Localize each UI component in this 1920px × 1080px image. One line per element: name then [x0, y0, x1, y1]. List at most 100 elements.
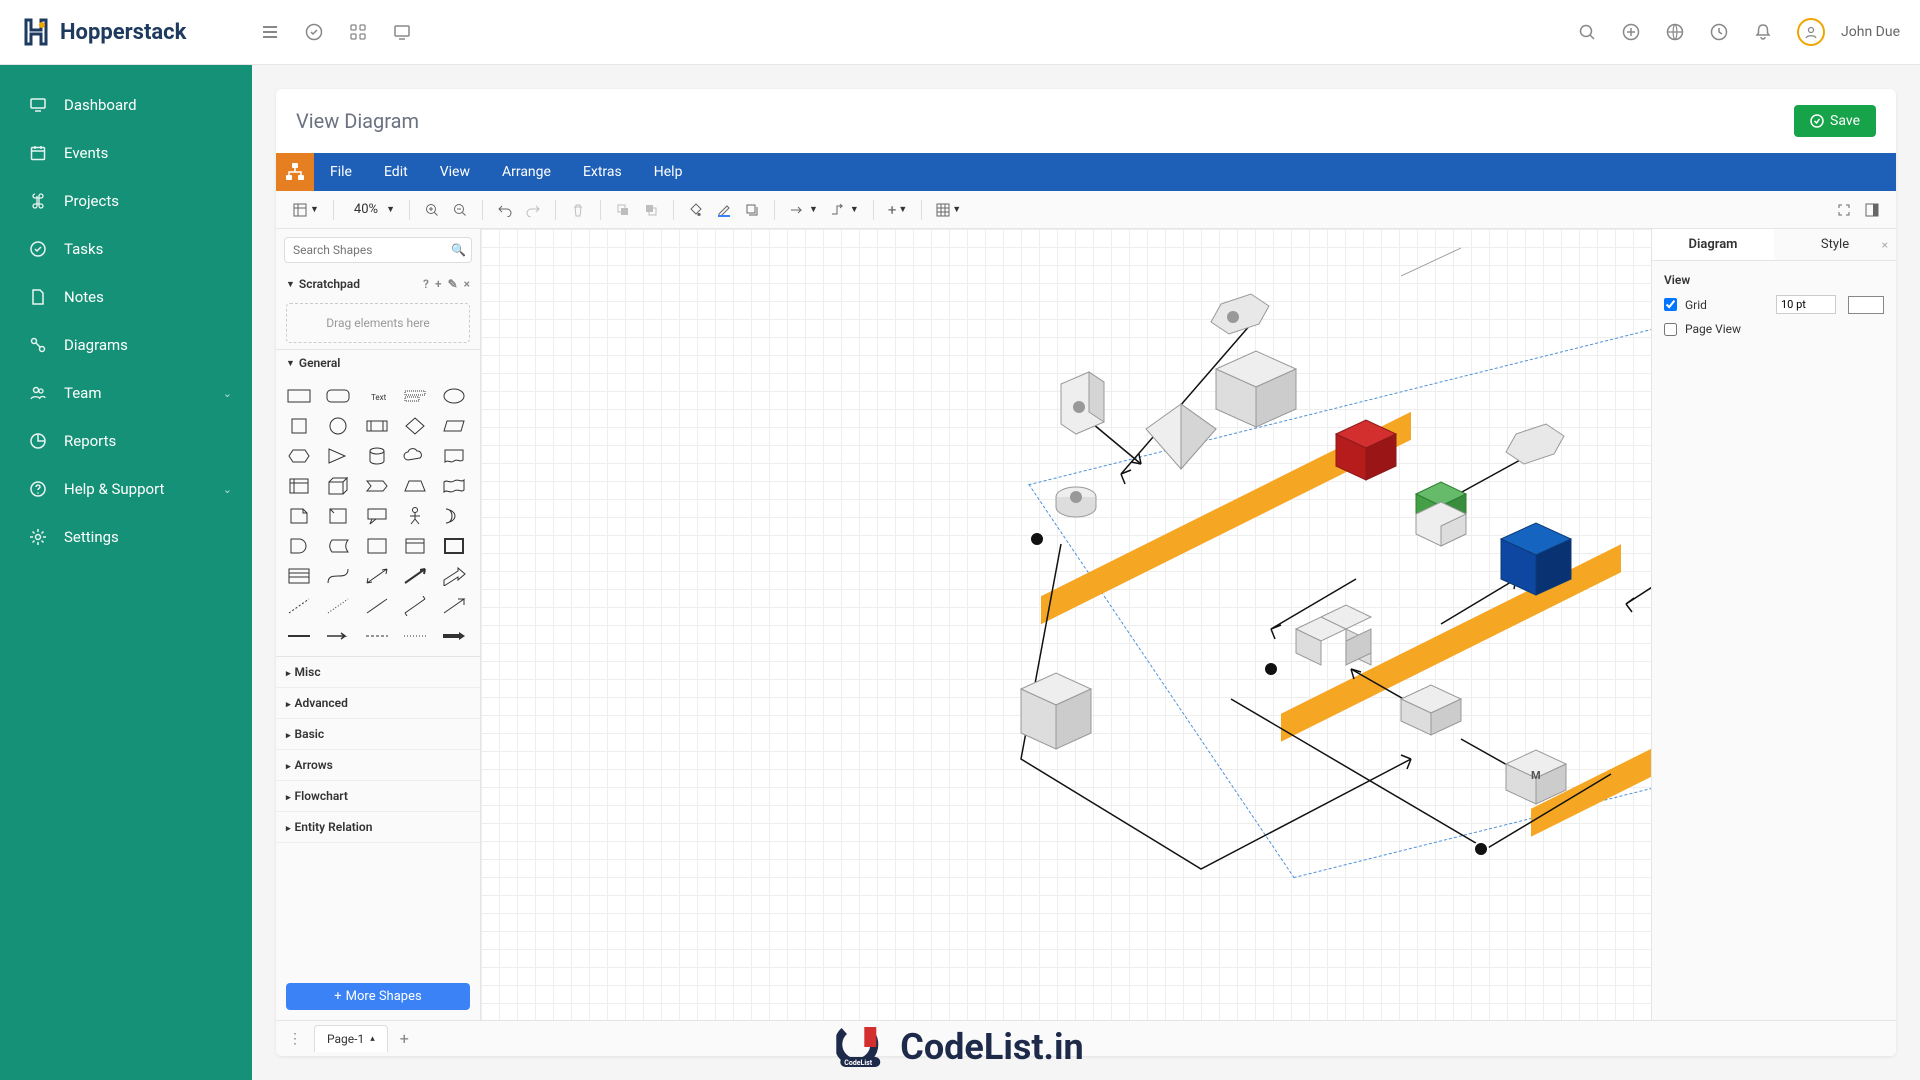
shape-process[interactable]	[362, 414, 392, 438]
scratchpad-dropzone[interactable]: Drag elements here	[286, 303, 470, 343]
shape-data-storage[interactable]	[323, 534, 353, 558]
shape-link-thick-h[interactable]	[439, 624, 469, 648]
insert-dropdown[interactable]: +▼	[884, 201, 911, 219]
shape-ellipse[interactable]	[439, 384, 469, 408]
scratchpad-header[interactable]: ▼ Scratchpad ? + ✎ ×	[276, 271, 480, 297]
pageview-checkbox[interactable]	[1664, 323, 1677, 336]
user-avatar[interactable]	[1797, 18, 1825, 46]
shape-internal-storage[interactable]	[284, 474, 314, 498]
shape-cube[interactable]	[323, 474, 353, 498]
shape-and[interactable]	[284, 534, 314, 558]
shape-line[interactable]	[362, 594, 392, 618]
grid-checkbox[interactable]	[1664, 298, 1677, 311]
page-menu-icon[interactable]: ⋮	[288, 1031, 302, 1047]
shape-arrow[interactable]	[400, 564, 430, 588]
fullscreen-icon[interactable]	[1832, 198, 1856, 222]
grid-icon[interactable]	[348, 22, 368, 42]
menu-arrange[interactable]: Arrange	[486, 153, 567, 191]
grid-color-swatch[interactable]	[1848, 296, 1884, 314]
sidebar-item-team[interactable]: Team⌄	[0, 369, 252, 417]
general-shapes-header[interactable]: ▼ General	[276, 350, 480, 376]
monitor-icon[interactable]	[392, 22, 412, 42]
sidebar-item-dashboard[interactable]: Dashboard	[0, 81, 252, 129]
to-front-icon[interactable]	[611, 198, 635, 222]
shape-hexagon[interactable]	[284, 444, 314, 468]
shape-document[interactable]	[439, 444, 469, 468]
tab-style[interactable]: Style×	[1774, 229, 1896, 260]
shape-container-bold[interactable]	[439, 534, 469, 558]
add-page-button[interactable]: +	[400, 1029, 409, 1048]
scratchpad-edit-icon[interactable]: ✎	[448, 277, 458, 291]
close-icon[interactable]: ×	[1882, 238, 1888, 252]
sidebar-item-tasks[interactable]: Tasks	[0, 225, 252, 273]
menu-extras[interactable]: Extras	[567, 153, 638, 191]
shape-triangle[interactable]	[323, 444, 353, 468]
sidebar-item-reports[interactable]: Reports	[0, 417, 252, 465]
category-misc[interactable]: ▸Misc	[276, 657, 480, 688]
grid-size-input[interactable]	[1776, 295, 1836, 314]
menu-edit[interactable]: Edit	[368, 153, 424, 191]
sidebar-item-help[interactable]: Help & Support⌄	[0, 465, 252, 513]
category-flowchart[interactable]: ▸Flowchart	[276, 781, 480, 812]
menu-file[interactable]: File	[314, 153, 368, 191]
shape-curve[interactable]	[323, 564, 353, 588]
scratchpad-close-icon[interactable]: ×	[464, 277, 470, 291]
shadow-icon[interactable]	[740, 198, 764, 222]
shape-link-dashed-h[interactable]	[362, 624, 392, 648]
shape-circle[interactable]	[323, 414, 353, 438]
shape-diamond[interactable]	[400, 414, 430, 438]
shape-cloud[interactable]	[400, 444, 430, 468]
menu-help[interactable]: Help	[638, 153, 699, 191]
shape-textbox[interactable]	[400, 384, 430, 408]
shape-actor[interactable]	[400, 504, 430, 528]
drawio-logo-icon[interactable]	[276, 153, 314, 191]
shape-cylinder[interactable]	[362, 444, 392, 468]
shape-note[interactable]	[284, 504, 314, 528]
shape-link-dotted-h[interactable]	[400, 624, 430, 648]
diagram-canvas[interactable]: M	[481, 229, 1651, 1020]
shape-trapezoid[interactable]	[400, 474, 430, 498]
scratchpad-help-icon[interactable]: ?	[423, 277, 429, 291]
fill-color-icon[interactable]	[684, 198, 708, 222]
to-back-icon[interactable]	[639, 198, 663, 222]
shape-directional[interactable]	[439, 594, 469, 618]
category-entity-relation[interactable]: ▸Entity Relation	[276, 812, 480, 843]
scratchpad-add-icon[interactable]: +	[435, 277, 442, 291]
page-tab-1[interactable]: Page-1▴	[314, 1025, 388, 1052]
add-circle-icon[interactable]	[1621, 22, 1641, 42]
shape-callout[interactable]	[362, 504, 392, 528]
sidebar-item-events[interactable]: Events	[0, 129, 252, 177]
shape-thick-arrow[interactable]	[439, 564, 469, 588]
category-basic[interactable]: ▸Basic	[276, 719, 480, 750]
shape-dashed-line[interactable]	[284, 594, 314, 618]
shape-step[interactable]	[362, 474, 392, 498]
shape-rounded-rect[interactable]	[323, 384, 353, 408]
category-advanced[interactable]: ▸Advanced	[276, 688, 480, 719]
save-button[interactable]: Save	[1794, 105, 1876, 137]
globe-icon[interactable]	[1665, 22, 1685, 42]
user-name[interactable]: John Due	[1841, 24, 1900, 40]
search-shapes-input[interactable]	[284, 237, 472, 263]
sidebar-item-notes[interactable]: Notes	[0, 273, 252, 321]
shape-card[interactable]	[323, 504, 353, 528]
shape-rectangle[interactable]	[284, 384, 314, 408]
zoom-out-icon[interactable]	[448, 198, 472, 222]
shape-text[interactable]: Text	[362, 384, 392, 408]
format-panel-toggle-icon[interactable]	[1860, 198, 1884, 222]
shape-dotted-line[interactable]	[323, 594, 353, 618]
brand-logo[interactable]: Hopperstack	[20, 16, 250, 48]
shape-tape[interactable]	[439, 474, 469, 498]
hamburger-icon[interactable]	[260, 22, 280, 42]
tab-diagram[interactable]: Diagram	[1652, 229, 1774, 260]
redo-icon[interactable]	[521, 198, 545, 222]
waypoint-dropdown[interactable]: ▼	[826, 204, 863, 216]
shape-or[interactable]	[439, 504, 469, 528]
menu-view[interactable]: View	[424, 153, 486, 191]
delete-icon[interactable]	[566, 198, 590, 222]
sidebar-item-projects[interactable]: Projects	[0, 177, 252, 225]
shape-list[interactable]	[284, 564, 314, 588]
search-icon[interactable]: 🔍	[451, 243, 466, 257]
line-color-icon[interactable]	[712, 198, 736, 222]
zoom-dropdown[interactable]: 40%▼	[344, 202, 399, 217]
connection-dropdown[interactable]: ▼	[785, 204, 822, 216]
